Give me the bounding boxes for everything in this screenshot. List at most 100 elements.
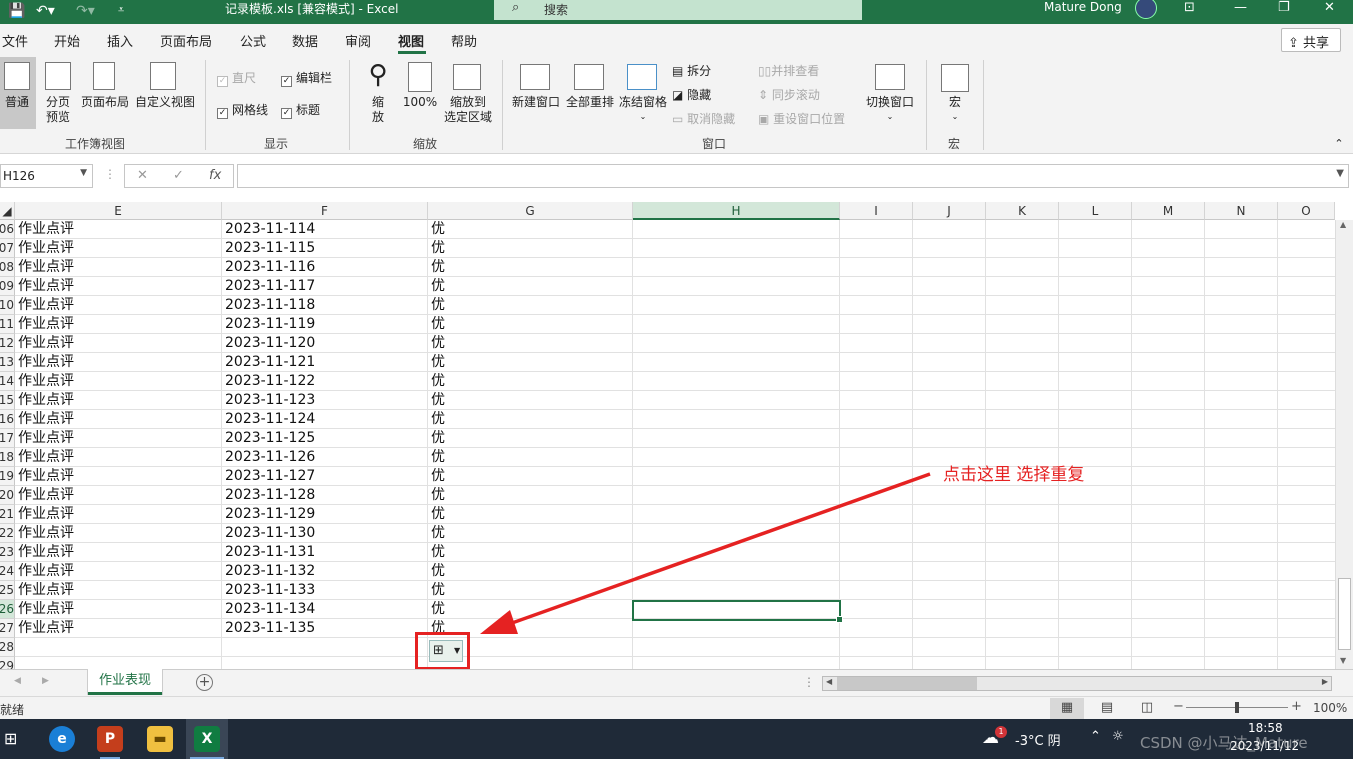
custom-views-button[interactable]: 自定义视图 bbox=[133, 95, 197, 110]
vertical-scroll-thumb[interactable] bbox=[1338, 578, 1351, 650]
split-button[interactable]: ▤ 拆分 bbox=[672, 62, 711, 79]
tab-page-layout[interactable]: 页面布局 bbox=[160, 31, 212, 50]
cell-g[interactable]: 优 bbox=[428, 391, 445, 410]
avatar[interactable] bbox=[1135, 0, 1157, 19]
tab-file[interactable]: 文件 bbox=[2, 31, 28, 50]
cell-e[interactable]: 作业点评 bbox=[15, 220, 74, 239]
cell-g[interactable]: 优 bbox=[428, 239, 445, 258]
row-header[interactable]: 108 bbox=[0, 258, 15, 277]
row-header[interactable]: 122 bbox=[0, 524, 15, 543]
cell-g[interactable]: 优 bbox=[428, 505, 445, 524]
cell-e[interactable]: 作业点评 bbox=[15, 372, 74, 391]
cell-g[interactable]: 优 bbox=[428, 562, 445, 581]
cell-g[interactable]: 优 bbox=[428, 581, 445, 600]
collapse-ribbon-icon[interactable]: ⌃ bbox=[1332, 136, 1346, 151]
cell-e[interactable]: 作业点评 bbox=[15, 410, 74, 429]
row-header[interactable]: 126 bbox=[0, 600, 15, 619]
cell-g[interactable]: 优 bbox=[428, 543, 445, 562]
row-header[interactable]: 123 bbox=[0, 543, 15, 562]
cell-f[interactable]: 2023-11-115 bbox=[222, 239, 315, 258]
minimize-icon[interactable]: — bbox=[1234, 0, 1247, 15]
insert-function-icon[interactable]: fx bbox=[209, 168, 221, 183]
page-layout-view-button[interactable]: 页面布局 bbox=[78, 95, 132, 110]
scroll-down-icon[interactable]: ▼ bbox=[1340, 656, 1346, 665]
scroll-right-icon[interactable]: ▶ bbox=[1322, 677, 1328, 686]
row-header[interactable]: 115 bbox=[0, 391, 15, 410]
row-header[interactable]: 117 bbox=[0, 429, 15, 448]
column-header-i[interactable]: I bbox=[840, 202, 913, 220]
edge-icon[interactable]: e bbox=[49, 726, 75, 752]
zoom-button[interactable]: 缩 放 bbox=[363, 95, 393, 125]
sheet-tab-zuoye[interactable]: 作业表现 bbox=[88, 669, 162, 695]
cell-f[interactable]: 2023-11-122 bbox=[222, 372, 315, 391]
show-hidden-icons[interactable]: ⌃ bbox=[1090, 729, 1101, 744]
zoom-slider-thumb[interactable] bbox=[1235, 702, 1239, 713]
row-header[interactable]: 112 bbox=[0, 334, 15, 353]
column-header-n[interactable]: N bbox=[1205, 202, 1278, 220]
zoom-in-icon[interactable]: + bbox=[1291, 699, 1302, 714]
column-header-j[interactable]: J bbox=[913, 202, 986, 220]
zoom-to-selection-button[interactable]: 缩放到 选定区域 bbox=[440, 95, 496, 125]
row-header[interactable]: 128 bbox=[0, 638, 15, 657]
column-header-h[interactable]: H bbox=[633, 202, 840, 220]
zoom-out-icon[interactable]: − bbox=[1173, 699, 1184, 714]
row-header[interactable]: 110 bbox=[0, 296, 15, 315]
zoom-level[interactable]: 100% bbox=[1313, 701, 1347, 715]
column-header-e[interactable]: E bbox=[15, 202, 222, 220]
user-name[interactable]: Mature Dong bbox=[1044, 0, 1122, 14]
cell-e[interactable]: 作业点评 bbox=[15, 467, 74, 486]
cell-g[interactable]: 优 bbox=[428, 524, 445, 543]
row-header[interactable]: 106 bbox=[0, 220, 15, 239]
arrange-all-button[interactable]: 全部重排 bbox=[563, 95, 617, 110]
cell-e[interactable]: 作业点评 bbox=[15, 562, 74, 581]
column-header-k[interactable]: K bbox=[986, 202, 1059, 220]
cell-g[interactable]: 优 bbox=[428, 486, 445, 505]
search-box[interactable]: ⌕ 搜索 bbox=[494, 0, 862, 20]
column-header-f[interactable]: F bbox=[222, 202, 428, 220]
customize-quick-access-icon[interactable]: ⩡ bbox=[118, 3, 124, 17]
cell-e[interactable]: 作业点评 bbox=[15, 543, 74, 562]
cell-f[interactable]: 2023-11-135 bbox=[222, 619, 315, 638]
cell-g[interactable]: 优 bbox=[428, 353, 445, 372]
tab-review[interactable]: 审阅 bbox=[345, 31, 371, 50]
scroll-left-icon[interactable]: ◀ bbox=[826, 677, 832, 686]
cell-f[interactable]: 2023-11-116 bbox=[222, 258, 315, 277]
cell-g[interactable]: 优 bbox=[428, 600, 445, 619]
normal-view-button[interactable]: 普通 bbox=[0, 95, 34, 110]
powerpoint-icon[interactable]: P bbox=[97, 726, 123, 752]
cell-f[interactable]: 2023-11-132 bbox=[222, 562, 315, 581]
cell-e[interactable]: 作业点评 bbox=[15, 258, 74, 277]
cell-e[interactable]: 作业点评 bbox=[15, 581, 74, 600]
resize-handle-icon[interactable]: ⋮ bbox=[104, 167, 116, 182]
cell-f[interactable] bbox=[222, 657, 225, 669]
row-header[interactable]: 111 bbox=[0, 315, 15, 334]
share-button[interactable]: ⇪ 共享 bbox=[1281, 28, 1341, 52]
select-all-corner[interactable]: ◢ bbox=[0, 202, 15, 220]
cell-f[interactable]: 2023-11-134 bbox=[222, 600, 315, 619]
row-header[interactable]: 129 bbox=[0, 657, 15, 669]
normal-view-status-icon[interactable]: ▦ bbox=[1050, 698, 1084, 719]
cell-e[interactable]: 作业点评 bbox=[15, 448, 74, 467]
add-sheet-icon[interactable]: + bbox=[196, 674, 213, 691]
row-header[interactable]: 121 bbox=[0, 505, 15, 524]
row-header[interactable]: 107 bbox=[0, 239, 15, 258]
switch-windows-button[interactable]: 切换窗口 bbox=[862, 95, 918, 110]
unhide-button[interactable]: ▭ 取消隐藏 bbox=[672, 110, 735, 127]
network-icon[interactable]: ☼ bbox=[1112, 729, 1124, 744]
cell-f[interactable]: 2023-11-133 bbox=[222, 581, 315, 600]
cell-g[interactable]: 优 bbox=[428, 334, 445, 353]
column-header-l[interactable]: L bbox=[1059, 202, 1132, 220]
cell-f[interactable]: 2023-11-118 bbox=[222, 296, 315, 315]
page-break-preview-button[interactable]: 分页 预览 bbox=[40, 95, 76, 125]
tab-home[interactable]: 开始 bbox=[54, 31, 80, 50]
cell-f[interactable]: 2023-11-123 bbox=[222, 391, 315, 410]
tab-formulas[interactable]: 公式 bbox=[240, 31, 266, 50]
vertical-scrollbar[interactable]: ▲ ▼ bbox=[1335, 220, 1353, 669]
cell-f[interactable]: 2023-11-121 bbox=[222, 353, 315, 372]
cell-g[interactable]: 优 bbox=[428, 277, 445, 296]
cell-g[interactable]: 优 bbox=[428, 258, 445, 277]
file-explorer-icon[interactable]: ▬ bbox=[147, 726, 173, 752]
row-header[interactable]: 113 bbox=[0, 353, 15, 372]
headings-checkbox[interactable]: ✓ 标题 bbox=[281, 101, 320, 119]
cell-e[interactable]: 作业点评 bbox=[15, 619, 74, 638]
